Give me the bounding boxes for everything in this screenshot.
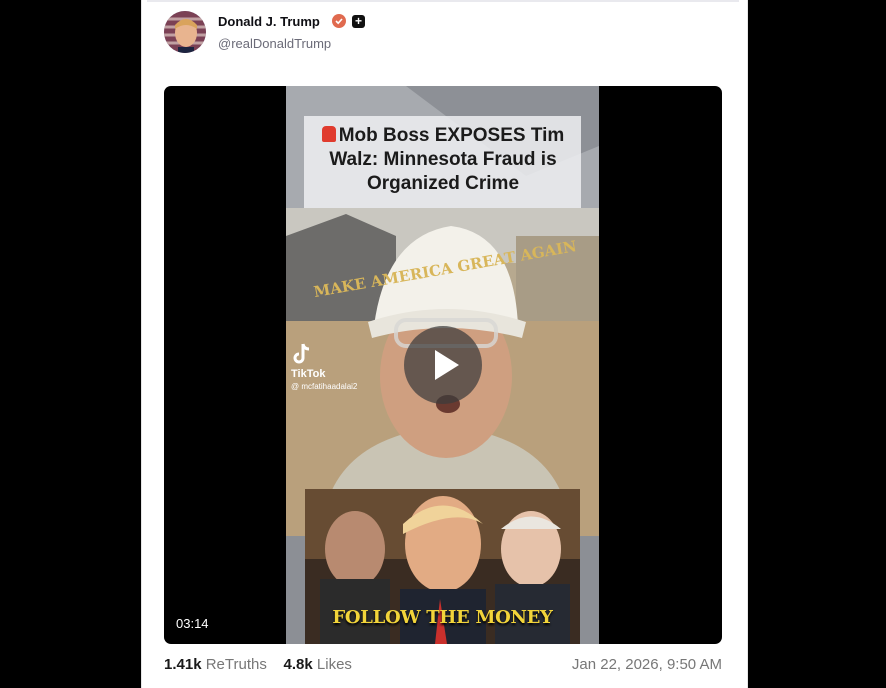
likes-label[interactable]: Likes [317, 656, 352, 673]
tiktok-icon [293, 343, 310, 364]
play-icon [435, 350, 459, 380]
author-handle[interactable]: @realDonaldTrump [218, 36, 331, 51]
tiktok-username: @ mcfatihaadalai2 [291, 382, 358, 391]
avatar[interactable] [164, 11, 206, 53]
video-caption: Mob Boss EXPOSES Tim Walz: Minnesota Fra… [308, 124, 578, 196]
post-stats: 1.41k ReTruths 4.8k Likes [164, 656, 352, 673]
video-player[interactable]: MAKE AMERICA GREAT AGAIN Mob Boss EXPOSE… [164, 86, 722, 644]
tiktok-label: TikTok [291, 368, 326, 380]
retruths-label[interactable]: ReTruths [206, 656, 267, 673]
tiktok-watermark: TikTok @ mcfatihaadalai2 [291, 342, 357, 391]
video-duration: 03:14 [176, 616, 209, 631]
divider [147, 0, 739, 2]
verified-badge-icon [332, 14, 346, 28]
play-button[interactable] [404, 326, 482, 404]
retruths-count[interactable]: 1.41k [164, 656, 202, 673]
plus-icon: + [352, 15, 365, 28]
overlay-text: FOLLOW THE MONEY [332, 607, 553, 628]
siren-icon [321, 126, 336, 142]
author-name[interactable]: Donald J. Trump [218, 14, 320, 29]
video-inset: FOLLOW THE MONEY [305, 489, 580, 644]
post-timestamp[interactable]: Jan 22, 2026, 9:50 AM [572, 656, 722, 673]
likes-count[interactable]: 4.8k [284, 656, 313, 673]
